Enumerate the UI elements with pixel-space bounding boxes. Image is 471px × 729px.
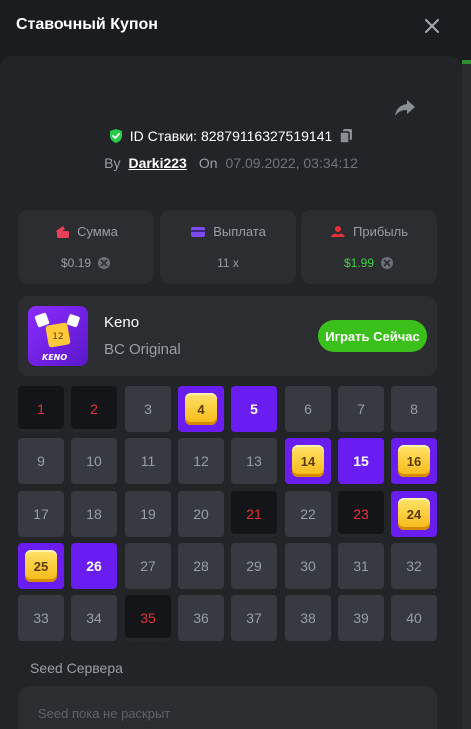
coin-icon	[381, 257, 394, 269]
by-label: By	[104, 155, 121, 171]
modal-title: Ставочный Купон	[16, 16, 158, 33]
keno-cell: 9	[18, 438, 64, 484]
keno-cell: 4	[178, 386, 224, 432]
bet-id: ID Ставки: 8287911632751914​1	[129, 128, 333, 144]
keno-cell: 17	[18, 491, 64, 537]
keno-cell: 5	[231, 386, 277, 432]
play-now-button[interactable]: Играть Сейчас	[318, 320, 427, 352]
keno-cell: 19	[125, 491, 171, 537]
keno-cell: 28	[178, 543, 224, 589]
keno-cell: 8	[391, 386, 437, 432]
stat-label: Прибыль	[353, 224, 408, 239]
coin-icon	[98, 257, 111, 269]
keno-cell: 3	[125, 386, 171, 432]
gem-icon: 25	[25, 550, 57, 582]
keno-cell: 25	[18, 543, 64, 589]
keno-cell: 40	[391, 595, 437, 641]
stat-profit: Прибыль $1.99	[301, 210, 437, 284]
game-subtitle: BC Original	[104, 341, 181, 358]
keno-cell: 24	[391, 491, 437, 537]
keno-cell: 23	[338, 491, 384, 537]
on-label: On	[198, 155, 218, 171]
bet-meta-row: By Darki223 On 07.09.2022, 03:34:12	[0, 153, 462, 173]
copy-icon[interactable]	[338, 128, 354, 144]
keno-cell: 26	[71, 543, 117, 589]
keno-grid: 1 2 3 4 5 6 7 8 9 10 11 12 13 14 15 16 17 18 19 20 21 22 23 24 2…	[18, 386, 438, 646]
keno-cell: 11	[125, 438, 171, 484]
stat-value: $1.99	[343, 256, 375, 270]
keno-cell: 16	[391, 438, 437, 484]
keno-cell: 38	[285, 595, 331, 641]
keno-cell: 6	[285, 386, 331, 432]
stat-label: Сумма	[77, 224, 118, 239]
keno-cell: 30	[285, 543, 331, 589]
background-strip	[462, 60, 471, 729]
game-name[interactable]: Keno	[104, 314, 139, 331]
verified-shield-icon	[109, 129, 122, 143]
keno-cell: 34	[71, 595, 117, 641]
stat-label: Выплата	[213, 224, 266, 239]
game-card: 12 KENO Keno BC Original Играть Сейчас	[18, 296, 437, 376]
wallet-icon	[56, 225, 70, 238]
keno-cell: 32	[391, 543, 437, 589]
keno-cell: 20	[178, 491, 224, 537]
keno-cell: 14	[285, 438, 331, 484]
user-link[interactable]: Darki223	[128, 155, 186, 171]
thumb-number: 12	[52, 332, 63, 342]
thumb-logo: KENO	[42, 353, 67, 362]
stat-payout: Выплата 11 x	[160, 210, 296, 284]
bet-date: 07.09.2022, 03:34:12	[225, 155, 358, 171]
keno-cell: 21	[231, 491, 277, 537]
stat-value: 11 x	[217, 256, 239, 270]
keno-cell: 29	[231, 543, 277, 589]
keno-cell: 7	[338, 386, 384, 432]
share-icon[interactable]	[393, 96, 417, 120]
bet-id-row: ID Ставки: 8287911632751914​1	[0, 126, 462, 146]
stat-amount: Сумма $0.19	[18, 210, 154, 284]
keno-cell: 18	[71, 491, 117, 537]
keno-cell: 35	[125, 595, 171, 641]
seed-placeholder: Seed пока не раскрыт	[38, 706, 171, 721]
keno-cell: 13	[231, 438, 277, 484]
game-thumbnail[interactable]: 12 KENO	[28, 306, 88, 366]
gem-icon: 24	[398, 498, 430, 530]
keno-cell: 27	[125, 543, 171, 589]
keno-cell: 1	[18, 386, 64, 432]
keno-cell: 39	[338, 595, 384, 641]
gem-icon: 16	[398, 445, 430, 477]
keno-cell: 2	[71, 386, 117, 432]
keno-cell: 36	[178, 595, 224, 641]
keno-cell: 15	[338, 438, 384, 484]
seed-field[interactable]: Seed пока не раскрыт	[18, 686, 437, 729]
gem-icon: 4	[185, 393, 217, 425]
close-icon[interactable]	[420, 14, 444, 38]
keno-cell: 10	[71, 438, 117, 484]
gem-icon: 14	[292, 445, 324, 477]
seed-label: Seed Сервера	[30, 660, 123, 676]
card-icon	[191, 226, 206, 237]
modal-header: Ставочный Купон	[0, 0, 471, 52]
stat-value: $0.19	[60, 256, 92, 270]
background-accent	[462, 60, 471, 64]
keno-cell: 12	[178, 438, 224, 484]
keno-cell: 31	[338, 543, 384, 589]
keno-cell: 33	[18, 595, 64, 641]
profit-icon	[331, 225, 345, 237]
keno-cell: 22	[285, 491, 331, 537]
keno-cell: 37	[231, 595, 277, 641]
